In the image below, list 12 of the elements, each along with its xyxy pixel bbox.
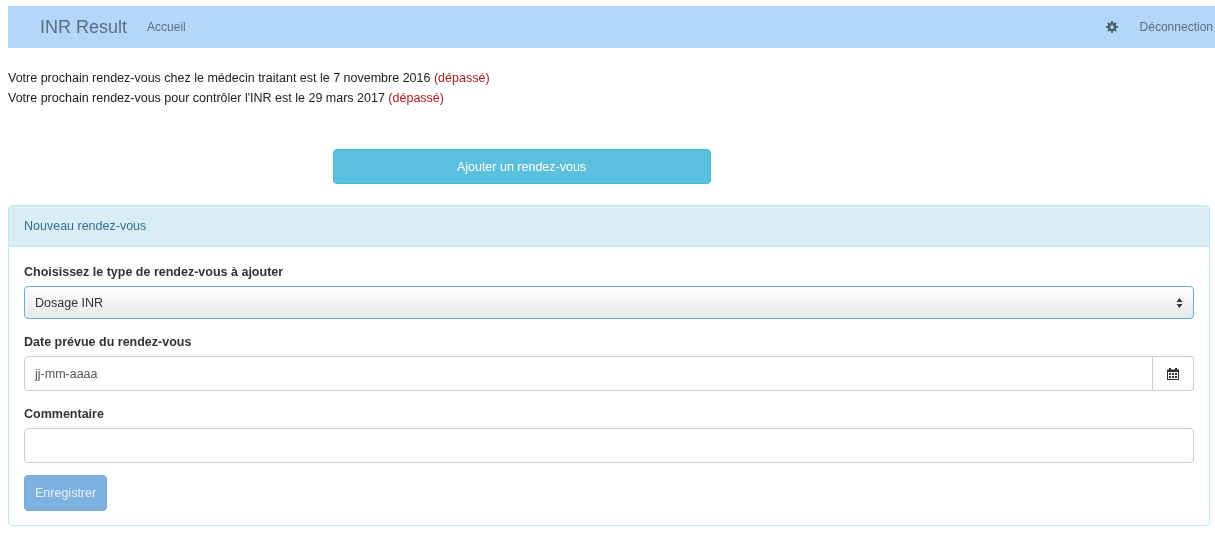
appointment-notice: Votre prochain rendez-vous chez le médecin traitant est le 7 novembre 2016 (dépassé) [8,70,491,87]
field-label: Choisissez le type de rendez-vous à ajouter [24,265,285,279]
appointment-notice: Votre prochain rendez-vous pour contrôler l'INR est le 29 mars 2017 (dépassé) [8,90,445,107]
panel-title: Nouveau rendez-vous [24,219,147,233]
field-label: Date prévue du rendez-vous [24,335,193,349]
app-title[interactable]: INR Result [40,16,128,38]
type-select[interactable]: Dosage INR [24,286,1194,319]
date-field[interactable]: jj-mm-aaaa [24,356,1153,391]
logout-link[interactable]: Déconnection [1139,20,1213,34]
nav-link[interactable]: Accueil [147,20,186,34]
add-appointment-button[interactable]: Ajouter un rendez-vous [332,149,711,184]
field-label: Commentaire [24,407,105,421]
